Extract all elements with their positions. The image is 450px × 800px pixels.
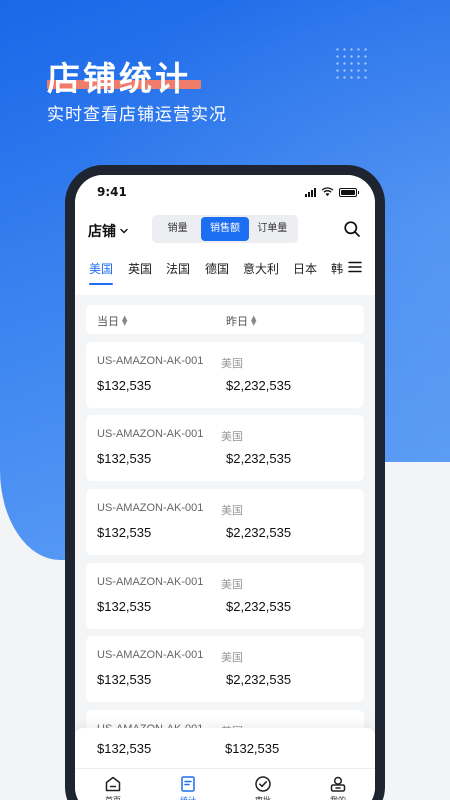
tab-country-it[interactable]: 意大利 <box>243 260 279 277</box>
store-dropdown-label: 店铺 <box>88 224 116 240</box>
store-country: 美国 <box>221 430 243 443</box>
store-name: US-AMAZON-AK-001 <box>97 649 204 661</box>
store-yesterday-value: $2,232,535 <box>226 378 292 393</box>
metric-segmented-control: 销量 销售额 订单量 <box>152 215 298 243</box>
tab-country-fr[interactable]: 法国 <box>166 260 190 277</box>
store-today-value: $132,535 <box>97 672 152 687</box>
store-yesterday-value: $2,232,535 <box>226 672 292 687</box>
sort-today-label: 当日 <box>97 315 119 328</box>
nav-approval-label: 审批 <box>233 795 293 800</box>
header-row: 店铺 销量 销售额 订单量 <box>75 215 375 245</box>
dots-pattern <box>334 46 370 82</box>
tab-country-uk[interactable]: 英国 <box>128 260 152 277</box>
nav-profile-label: 我的 <box>308 795 368 800</box>
chevron-down-icon <box>120 228 128 234</box>
tab-country-kr[interactable]: 韩 <box>331 260 343 277</box>
nav-approval[interactable]: 审批 <box>233 775 293 800</box>
summary-today-value: $132,535 <box>97 741 152 756</box>
country-tabs: 美国 英国 法国 德国 意大利 日本 韩 <box>75 255 375 291</box>
nav-profile[interactable]: 我的 <box>308 775 368 800</box>
battery-icon <box>339 187 359 197</box>
sort-arrows-icon: ▲ ▼ <box>122 314 128 327</box>
phone-screen: 9:41 店铺 销量 销售额 订单量 美国 英国 法国 德国 意大利 日本 韩 … <box>75 175 375 800</box>
sort-bar: 当日 ▲ ▼ 昨日 ▲ ▼ <box>86 305 364 334</box>
store-today-value: $132,535 <box>97 525 152 540</box>
sort-yesterday[interactable]: 昨日 ▲ ▼ <box>226 313 256 329</box>
summary-yesterday-value: $132,535 <box>225 741 280 756</box>
nav-stats-label: 统计 <box>158 795 218 800</box>
hero-title: 店铺统计 <box>47 59 191 98</box>
nav-home-label: 首页 <box>83 795 143 800</box>
store-card[interactable]: US-AMAZON-AK-001 美国 $132,535 $2,232,535 <box>86 489 364 555</box>
tab-country-jp[interactable]: 日本 <box>293 260 317 277</box>
nav-home[interactable]: 首页 <box>83 775 143 800</box>
store-country: 美国 <box>221 504 243 517</box>
top-panel: 9:41 店铺 销量 销售额 订单量 美国 英国 法国 德国 意大利 日本 韩 <box>75 175 375 295</box>
store-yesterday-value: $2,232,535 <box>226 451 292 466</box>
stats-icon <box>181 776 195 792</box>
store-today-value: $132,535 <box>97 451 152 466</box>
store-yesterday-value: $2,232,535 <box>226 525 292 540</box>
nav-stats[interactable]: 统计 <box>158 775 218 800</box>
segment-sales-amount[interactable]: 销售额 <box>201 217 249 241</box>
summary-bar: $132,535 $132,535 <box>75 728 375 768</box>
store-card[interactable]: US-AMAZON-AK-001 美国 $132,535 $2,232,535 <box>86 415 364 481</box>
store-country: 美国 <box>221 578 243 591</box>
bottom-nav: 首页 统计 审批 <box>75 768 375 800</box>
menu-icon[interactable] <box>348 261 362 273</box>
hero-subtitle: 实时查看店铺运营实况 <box>47 105 227 125</box>
sort-arrows-icon: ▲ ▼ <box>251 314 257 327</box>
sort-today[interactable]: 当日 ▲ ▼ <box>97 313 127 329</box>
status-time: 9:41 <box>97 185 127 199</box>
segment-order-count[interactable]: 订单量 <box>249 217 296 241</box>
phone-frame: 9:41 店铺 销量 销售额 订单量 美国 英国 法国 德国 意大利 日本 韩 … <box>65 165 385 800</box>
store-yesterday-value: $2,232,535 <box>226 599 292 614</box>
background-corner <box>385 462 450 800</box>
store-card[interactable]: US-AMAZON-AK-001 美国 $132,535 $2,232,535 <box>86 563 364 629</box>
store-today-value: $132,535 <box>97 599 152 614</box>
store-dropdown[interactable]: 店铺 <box>88 221 129 241</box>
store-name: US-AMAZON-AK-001 <box>97 502 204 514</box>
store-today-value: $132,535 <box>97 378 152 393</box>
approval-icon <box>255 776 271 792</box>
tab-country-us[interactable]: 美国 <box>89 260 114 285</box>
profile-icon <box>330 776 346 792</box>
store-card[interactable]: US-AMAZON-AK-001 美国 $132,535 $2,232,535 <box>86 342 364 408</box>
signal-icon <box>305 187 316 197</box>
store-country: 美国 <box>221 651 243 664</box>
store-name: US-AMAZON-AK-001 <box>97 355 204 367</box>
store-country: 美国 <box>221 357 243 370</box>
store-card[interactable]: US-AMAZON-AK-001 美国 $132,535 $2,232,535 <box>86 636 364 702</box>
wifi-icon <box>321 187 334 197</box>
status-icons <box>305 187 359 197</box>
tab-country-de[interactable]: 德国 <box>205 260 229 277</box>
segment-sales-volume[interactable]: 销量 <box>154 217 201 241</box>
home-icon <box>105 776 121 792</box>
status-bar: 9:41 <box>75 175 375 209</box>
search-icon[interactable] <box>343 220 361 238</box>
store-name: US-AMAZON-AK-001 <box>97 576 204 588</box>
sort-yesterday-label: 昨日 <box>226 315 248 328</box>
store-name: US-AMAZON-AK-001 <box>97 428 204 440</box>
